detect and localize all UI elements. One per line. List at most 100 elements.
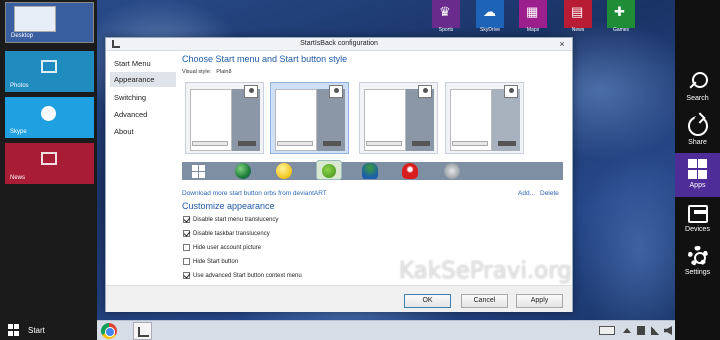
option-disable-menu-translucency[interactable]: Disable start menu translucency [183, 216, 278, 226]
start-menu-style-option-selected[interactable] [270, 82, 349, 154]
tile-label: Sports [438, 27, 454, 33]
apps-icon [688, 159, 708, 179]
tile-sports[interactable]: ♛ Sports [432, 0, 460, 33]
nav-switching[interactable]: Switching [110, 90, 176, 105]
devices-icon [688, 203, 708, 223]
apply-button[interactable]: Apply [516, 294, 563, 308]
nav-advanced[interactable]: Advanced [110, 107, 176, 122]
checkbox[interactable] [183, 258, 190, 265]
switcher-item-desktop[interactable]: Desktop [5, 2, 94, 43]
start-orb-strip [182, 160, 563, 180]
nav-about[interactable]: About [110, 124, 176, 139]
news-icon [41, 152, 57, 165]
keyboard-icon[interactable] [599, 326, 615, 335]
gear-icon [688, 246, 708, 266]
charm-label: Devices [685, 226, 710, 233]
charm-share[interactable]: Share [675, 110, 720, 154]
action-center-icon[interactable] [637, 326, 645, 335]
photos-icon [41, 60, 57, 73]
charm-devices[interactable]: Devices [675, 197, 720, 241]
option-disable-taskbar-translucency[interactable]: Disable taskbar translucency [183, 230, 270, 240]
checkbox[interactable] [183, 272, 190, 279]
switcher-item-news[interactable]: News [5, 143, 94, 184]
start-menu-style-option[interactable] [359, 82, 438, 154]
globe-orb-icon[interactable] [235, 163, 251, 179]
switcher-item-photos[interactable]: Photos [5, 51, 94, 92]
delete-orb-link[interactable]: Delete [540, 190, 559, 197]
desktop-thumbnail [14, 6, 56, 32]
windows-orb-icon[interactable] [192, 165, 206, 178]
search-icon [688, 72, 708, 92]
charm-label: Settings [684, 269, 711, 276]
option-advanced-context-menu[interactable]: Use advanced Start button context menu [183, 272, 302, 282]
map-icon: ▦ [526, 4, 539, 19]
settings-nav: Start Menu Appearance Switching Advanced… [106, 52, 176, 284]
app-switcher: Desktop Photos Skype News [0, 0, 97, 320]
add-orb-link[interactable]: Add... [518, 190, 535, 197]
angry-bird-orb-icon[interactable] [316, 160, 342, 180]
user-avatar-icon [504, 85, 518, 98]
dialog-titlebar[interactable]: StartIsBack configuration × [106, 38, 572, 51]
user-avatar-icon [244, 85, 258, 98]
nav-start-menu[interactable]: Start Menu [110, 56, 176, 71]
tile-label: News [571, 27, 585, 33]
charm-apps[interactable]: Apps [675, 153, 720, 197]
tile-skydrive[interactable]: ☁ SkyDrive [476, 0, 504, 33]
visual-style-value[interactable]: Plain8 [216, 69, 231, 75]
start-menu-style-option[interactable] [445, 82, 524, 154]
start-menu-style-option[interactable] [185, 82, 264, 154]
watermark: KakSePravi.org [399, 258, 572, 284]
section-heading-appearance: Customize appearance [182, 201, 275, 211]
switcher-item-label: Desktop [11, 33, 34, 39]
switcher-item-skype[interactable]: Skype [5, 97, 94, 138]
charm-settings[interactable]: Settings [675, 240, 720, 284]
chrome-icon[interactable] [101, 323, 117, 339]
option-label: Hide user account picture [193, 245, 262, 252]
network-icon[interactable] [651, 326, 659, 335]
close-button[interactable]: × [555, 39, 569, 49]
ok-button[interactable]: OK [404, 294, 451, 308]
dialog-title: StartIsBack configuration [300, 40, 378, 47]
start-label: Start [28, 325, 45, 335]
option-hide-start-button[interactable]: Hide Start button [183, 258, 238, 268]
tile-games[interactable]: ✚ Games [607, 0, 635, 33]
start-button[interactable]: Start [0, 320, 97, 340]
charms-bar: Search Share Apps Devices Settings [675, 0, 720, 340]
switcher-item-label: Photos [10, 83, 29, 89]
cloud-icon: ☁ [483, 4, 496, 19]
checkbox[interactable] [183, 230, 190, 237]
startisback-taskbar-icon[interactable] [133, 322, 152, 340]
checkbox[interactable] [183, 216, 190, 223]
nav-appearance[interactable]: Appearance [110, 72, 176, 87]
option-hide-user-picture[interactable]: Hide user account picture [183, 244, 261, 254]
charm-label: Search [686, 95, 709, 102]
luigi-orb-icon[interactable] [362, 163, 378, 179]
cancel-button[interactable]: Cancel [461, 294, 508, 308]
mushroom-orb-icon[interactable] [402, 163, 418, 179]
news-icon: ▤ [571, 4, 584, 19]
tile-news[interactable]: ▤ News [564, 0, 592, 33]
checkbox[interactable] [183, 244, 190, 251]
tray-arrow-icon[interactable] [623, 328, 631, 333]
tile-label: SkyDrive [479, 27, 500, 33]
charm-label: Apps [689, 182, 706, 189]
xbox-orb-icon[interactable] [444, 163, 460, 179]
smiley-orb-icon[interactable] [276, 163, 292, 179]
visual-style-row: Visual style: Plain8 [182, 69, 237, 75]
tile-label: Games [612, 27, 630, 33]
visual-style-label: Visual style: [182, 69, 212, 75]
charm-search[interactable]: Search [675, 66, 720, 110]
taskbar [97, 320, 675, 340]
trophy-icon: ♛ [439, 4, 451, 19]
download-orbs-link[interactable]: Download more start button orbs from dev… [182, 190, 327, 197]
gamepad-icon: ✚ [614, 4, 625, 19]
windows-logo-icon [8, 324, 20, 336]
tile-label: Maps [526, 27, 540, 33]
user-avatar-icon [329, 85, 343, 98]
user-avatar-icon [418, 85, 432, 98]
option-label: Disable taskbar translucency [193, 231, 270, 238]
tile-maps[interactable]: ▦ Maps [519, 0, 547, 33]
switcher-item-label: Skype [10, 129, 27, 135]
volume-icon[interactable] [664, 326, 672, 335]
skype-icon [41, 106, 56, 121]
